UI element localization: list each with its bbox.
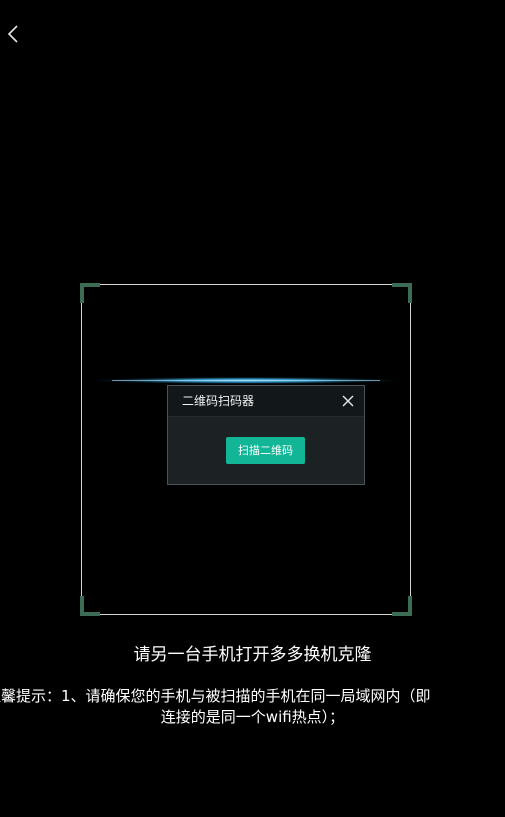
frame-corner-bottom-left [80,596,100,616]
frame-corner-top-left [80,283,100,303]
dialog-header: 二维码扫码器 [168,386,364,417]
chevron-left-icon [7,25,19,43]
scan-qr-button[interactable]: 扫描二维码 [226,437,305,464]
close-icon [342,395,354,407]
dialog-body: 扫描二维码 [168,417,364,485]
frame-corner-bottom-right [392,596,412,616]
instruction-text: 请另一台手机打开多多换机克隆 [133,645,372,665]
close-button[interactable] [340,393,356,409]
dialog-title: 二维码扫码器 [182,394,255,408]
qr-scanner-dialog: 二维码扫码器 扫描二维码 [167,385,365,485]
tip-line-1: 温馨提示：1、请确保您的手机与被扫描的手机在同一局域网内（即 [0,687,431,705]
scan-line [92,376,400,385]
frame-corner-top-right [392,283,412,303]
back-button[interactable] [0,20,26,48]
tip-line-2: 连接的是同一个wifi热点）； [160,708,345,726]
tip-text: 温馨提示：1、请确保您的手机与被扫描的手机在同一局域网内（即 连接的是同一个wi… [0,686,505,728]
